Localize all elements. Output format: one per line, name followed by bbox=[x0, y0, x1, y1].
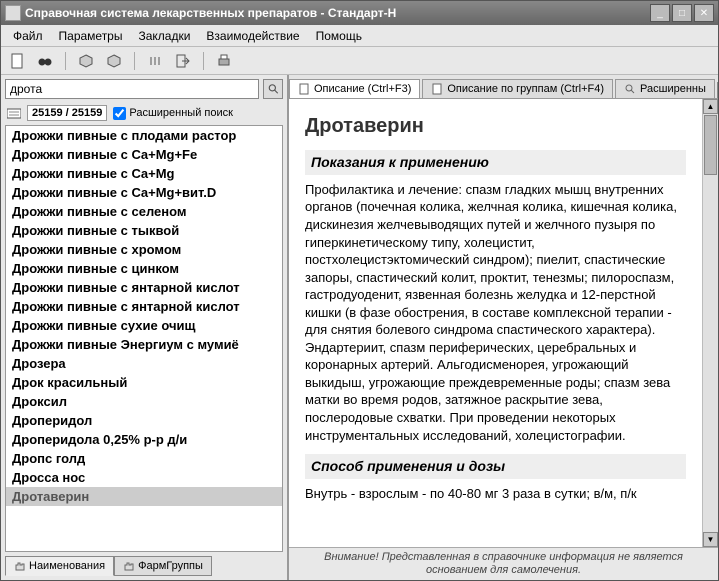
article-content: Дротаверин Показания к применению Профил… bbox=[289, 99, 702, 547]
section-indications-heading: Показания к применению bbox=[305, 150, 686, 175]
search-button[interactable] bbox=[263, 79, 283, 99]
toolbar bbox=[1, 47, 718, 75]
menu-help[interactable]: Помощь bbox=[308, 26, 370, 46]
content-scrollbar[interactable]: ▲ ▼ bbox=[702, 99, 718, 547]
list-item[interactable]: Дрожжи пивные с плодами растор bbox=[6, 126, 282, 145]
magnifier-icon bbox=[624, 83, 636, 95]
left-panel: 25159 / 25159 Расширенный поиск Дрожжи п… bbox=[1, 75, 289, 580]
content-tabs: Описание (Ctrl+F3) Описание по группам (… bbox=[289, 75, 718, 99]
list-item[interactable]: Дрожжи пивные с селеном bbox=[6, 202, 282, 221]
list-item[interactable]: Дрожжи пивные с янтарной кислот bbox=[6, 297, 282, 316]
list-item[interactable]: Дрожжи пивные сухие очищ bbox=[6, 316, 282, 335]
tab-pharmgroups[interactable]: ФармГруппы bbox=[114, 556, 212, 576]
menu-file[interactable]: Файл bbox=[5, 26, 51, 46]
article-title: Дротаверин bbox=[305, 113, 686, 140]
menu-interaction[interactable]: Взаимодействие bbox=[198, 26, 307, 46]
toolbar-slider-icon[interactable] bbox=[145, 51, 165, 71]
app-window: Справочная система лекарственных препара… bbox=[0, 0, 719, 581]
disclaimer: Внимание! Представленная в справочнике и… bbox=[289, 547, 718, 580]
tab-group-description[interactable]: Описание по группам (Ctrl+F4) bbox=[422, 79, 613, 98]
app-icon bbox=[5, 5, 21, 21]
toolbar-doc-icon[interactable] bbox=[7, 51, 27, 71]
toolbar-exit-icon[interactable] bbox=[173, 51, 193, 71]
maximize-button[interactable]: □ bbox=[672, 4, 692, 22]
extended-search-checkbox[interactable]: Расширенный поиск bbox=[113, 107, 233, 120]
right-panel: Описание (Ctrl+F3) Описание по группам (… bbox=[289, 75, 718, 580]
tab-description[interactable]: Описание (Ctrl+F3) bbox=[289, 79, 420, 98]
list-item[interactable]: Дрожжи пивные с цинком bbox=[6, 259, 282, 278]
hand-icon bbox=[123, 560, 135, 572]
list-item[interactable]: Дрожжи пивные с хромом bbox=[6, 240, 282, 259]
list-item[interactable]: Дрожжи пивные с Ca+Mg+вит.D bbox=[6, 183, 282, 202]
section-dosage-text: Внутрь - взрослым - по 40-80 мг 3 раза в… bbox=[305, 485, 686, 503]
minimize-button[interactable]: _ bbox=[650, 4, 670, 22]
tab-extended[interactable]: Расширенны bbox=[615, 79, 715, 98]
menubar: Файл Параметры Закладки Взаимодействие П… bbox=[1, 25, 718, 47]
search-input[interactable] bbox=[5, 79, 259, 99]
list-item[interactable]: Дропс голд bbox=[6, 449, 282, 468]
extended-search-label: Расширенный поиск bbox=[129, 107, 233, 119]
hand-icon bbox=[14, 560, 26, 572]
list-item[interactable]: Дрок красильный bbox=[6, 373, 282, 392]
tab-names[interactable]: Наименования bbox=[5, 556, 114, 576]
section-indications-text: Профилактика и лечение: спазм гладких мы… bbox=[305, 181, 686, 444]
toolbar-cube2-icon[interactable] bbox=[104, 51, 124, 71]
scroll-thumb[interactable] bbox=[704, 115, 717, 175]
result-count: 25159 / 25159 bbox=[27, 105, 107, 121]
toolbar-binoculars-icon[interactable] bbox=[35, 51, 55, 71]
toolbar-print-icon[interactable] bbox=[214, 51, 234, 71]
scroll-down-button[interactable]: ▼ bbox=[703, 532, 718, 547]
tab-scroll-left[interactable]: ◄ bbox=[717, 82, 718, 98]
titlebar: Справочная система лекарственных препара… bbox=[1, 1, 718, 25]
scroll-up-button[interactable]: ▲ bbox=[703, 99, 718, 114]
toolbar-cube1-icon[interactable] bbox=[76, 51, 96, 71]
list-item[interactable]: Дрожжи пивные Энергиум с мумиё bbox=[6, 335, 282, 354]
window-title: Справочная система лекарственных препара… bbox=[25, 6, 650, 20]
keyboard-icon bbox=[7, 107, 21, 119]
page-icon bbox=[298, 83, 310, 95]
menu-params[interactable]: Параметры bbox=[51, 26, 131, 46]
list-item[interactable]: Дрожжи пивные с тыквой bbox=[6, 221, 282, 240]
list-item[interactable]: Дротаверин bbox=[6, 487, 282, 506]
list-item[interactable]: Дроперидола 0,25% р-р д/и bbox=[6, 430, 282, 449]
list-item[interactable]: Дрозера bbox=[6, 354, 282, 373]
list-item[interactable]: Дрожжи пивные с Ca+Mg+Fe bbox=[6, 145, 282, 164]
magnifier-icon bbox=[267, 84, 280, 94]
list-item[interactable]: Дроперидол bbox=[6, 411, 282, 430]
page-icon bbox=[431, 83, 443, 95]
close-button[interactable]: ✕ bbox=[694, 4, 714, 22]
section-dosage-heading: Способ применения и дозы bbox=[305, 454, 686, 479]
list-item[interactable]: Дроксил bbox=[6, 392, 282, 411]
main-area: 25159 / 25159 Расширенный поиск Дрожжи п… bbox=[1, 75, 718, 580]
menu-bookmarks[interactable]: Закладки bbox=[130, 26, 198, 46]
drug-list[interactable]: Дрожжи пивные с плодами расторДрожжи пив… bbox=[5, 125, 283, 552]
list-item[interactable]: Дрожжи пивные с Ca+Mg bbox=[6, 164, 282, 183]
list-item[interactable]: Дрожжи пивные с янтарной кислот bbox=[6, 278, 282, 297]
list-item[interactable]: Дросса нос bbox=[6, 468, 282, 487]
